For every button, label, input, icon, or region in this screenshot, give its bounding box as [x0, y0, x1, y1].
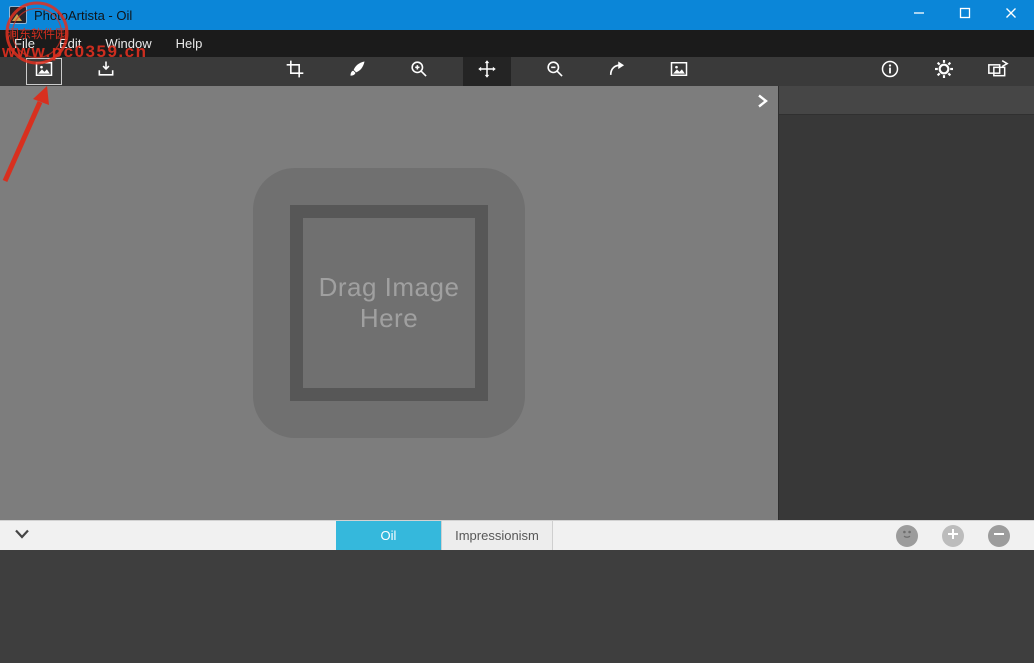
- toolbar-right-group: [872, 57, 1016, 86]
- minimize-icon: [913, 6, 925, 24]
- zoom-out-icon: [545, 59, 565, 84]
- chevron-down-icon: [13, 527, 31, 546]
- menu-bar: File Edit Window Help: [0, 30, 1034, 57]
- plus-icon: [947, 527, 959, 545]
- image-dropzone[interactable]: Drag Image Here: [253, 168, 525, 438]
- minimize-button[interactable]: [896, 0, 942, 30]
- dropzone-label: Drag Image Here: [318, 272, 460, 333]
- toolbar-center-group: [277, 57, 697, 86]
- import-image-button[interactable]: [88, 58, 124, 85]
- move-icon: [477, 59, 497, 84]
- crop-button[interactable]: [277, 58, 313, 85]
- redo-button[interactable]: [599, 58, 635, 85]
- menu-window[interactable]: Window: [93, 30, 163, 57]
- menu-file[interactable]: File: [2, 30, 47, 57]
- zoom-in-icon: [409, 59, 429, 84]
- canvas-area[interactable]: Drag Image Here: [0, 86, 778, 520]
- brush-button[interactable]: [339, 58, 375, 85]
- gear-icon: [934, 59, 954, 84]
- image-preview-button[interactable]: [661, 58, 697, 85]
- info-button[interactable]: [872, 58, 908, 85]
- face-preset-button[interactable]: [896, 525, 918, 547]
- presets-panel: [0, 550, 1034, 663]
- zoom-out-button[interactable]: [537, 58, 573, 85]
- style-tabs: Oil Impressionism: [336, 521, 553, 550]
- settings-panel-header: [779, 86, 1034, 115]
- import-icon: [96, 59, 116, 84]
- image-preview-icon: [669, 59, 689, 84]
- redo-icon: [607, 59, 627, 84]
- move-button[interactable]: [463, 57, 511, 86]
- brush-icon: [347, 59, 367, 84]
- open-image-button[interactable]: [26, 58, 62, 85]
- maximize-icon: [959, 6, 971, 24]
- open-image-icon: [34, 59, 54, 84]
- crop-icon: [285, 59, 305, 84]
- settings-button[interactable]: [926, 58, 962, 85]
- minus-icon: [993, 527, 1005, 545]
- chevron-right-icon: [755, 93, 769, 114]
- zoom-in-button[interactable]: [401, 58, 437, 85]
- face-icon: [899, 526, 915, 547]
- app-icon: [9, 6, 27, 24]
- caption-buttons: [896, 0, 1034, 30]
- toolbar-left-group: [26, 57, 124, 86]
- info-icon: [880, 59, 900, 84]
- close-icon: [1005, 6, 1017, 24]
- export-button[interactable]: [980, 58, 1016, 85]
- window-title: PhotoArtista - Oil: [34, 7, 133, 23]
- tab-oil[interactable]: Oil: [336, 521, 441, 550]
- remove-preset-button[interactable]: [988, 525, 1010, 547]
- toolbar: [0, 57, 1034, 86]
- collapse-presets-button[interactable]: [12, 526, 32, 546]
- tab-impressionism[interactable]: Impressionism: [441, 521, 553, 550]
- dropzone-frame: Drag Image Here: [290, 205, 488, 401]
- maximize-button[interactable]: [942, 0, 988, 30]
- add-preset-button[interactable]: [942, 525, 964, 547]
- title-bar[interactable]: PhotoArtista - Oil: [0, 0, 1034, 30]
- export-icon: [987, 59, 1009, 84]
- menu-help[interactable]: Help: [164, 30, 215, 57]
- close-button[interactable]: [988, 0, 1034, 30]
- panel-expand-button[interactable]: [752, 93, 772, 113]
- preset-controls: [896, 525, 1010, 547]
- menu-edit[interactable]: Edit: [47, 30, 93, 57]
- settings-panel: [778, 86, 1034, 520]
- style-tab-bar: Oil Impressionism: [0, 520, 1034, 550]
